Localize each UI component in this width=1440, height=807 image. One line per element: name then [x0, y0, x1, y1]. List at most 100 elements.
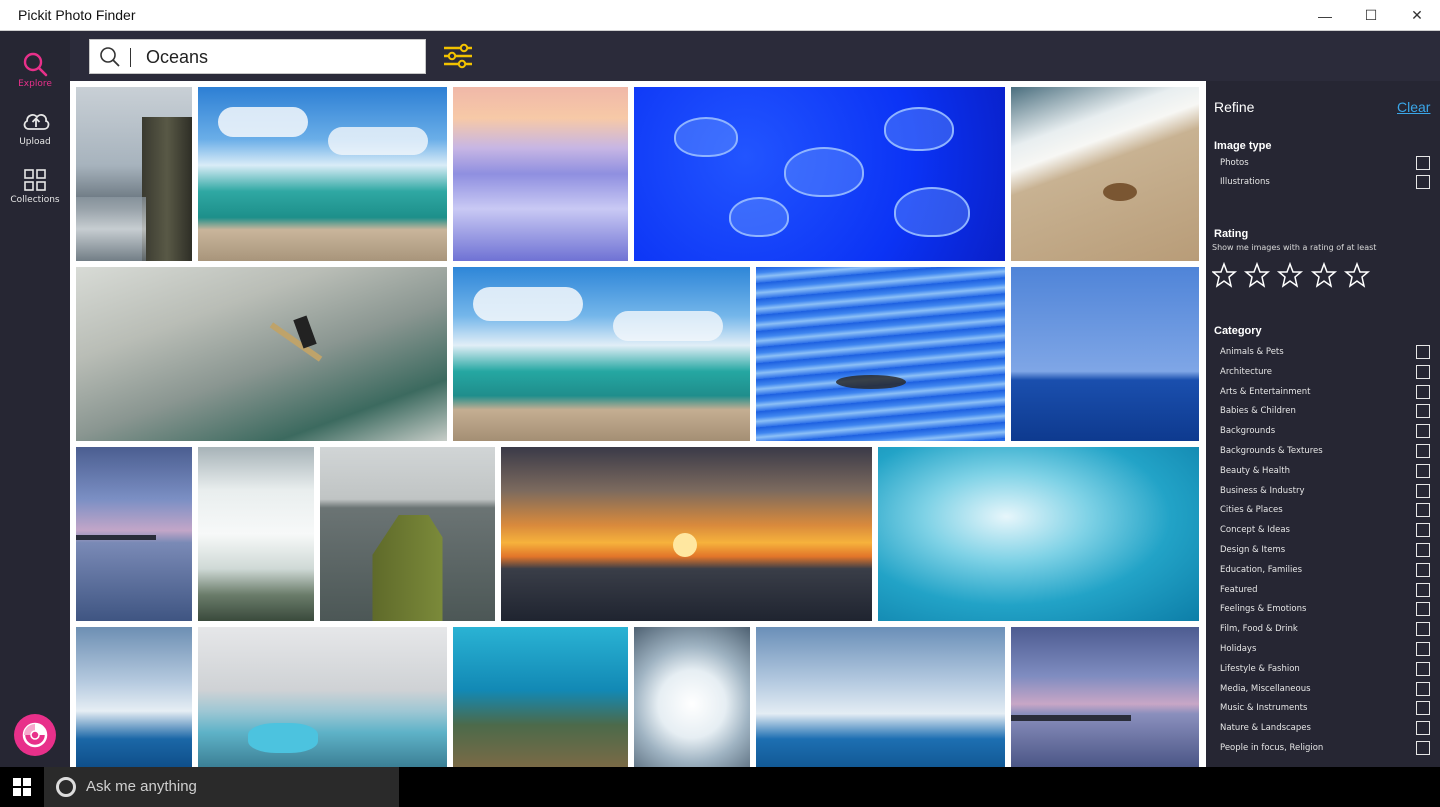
- checkbox[interactable]: [1416, 543, 1430, 557]
- option-label: Architecture: [1220, 366, 1273, 377]
- photo-icebergs[interactable]: [198, 627, 447, 767]
- photo-sunset-birds[interactable]: [501, 447, 872, 621]
- windows-logo-icon: [13, 778, 31, 796]
- category-option[interactable]: Architecture: [1220, 364, 1432, 381]
- checkbox[interactable]: [1416, 642, 1430, 656]
- category-option[interactable]: Animals & Pets: [1220, 345, 1432, 361]
- checkbox[interactable]: [1416, 622, 1430, 637]
- checkbox[interactable]: [1416, 156, 1430, 170]
- checkbox[interactable]: [1416, 701, 1430, 716]
- taskbar: Ask me anything: [0, 767, 1440, 807]
- cortana-search-box[interactable]: Ask me anything: [44, 767, 399, 807]
- cloud-upload-icon: [23, 114, 50, 130]
- checkbox[interactable]: [1416, 582, 1430, 597]
- nav-collections[interactable]: Collections: [0, 157, 70, 213]
- image-type-option[interactable]: Illustrations: [1220, 175, 1432, 191]
- photo-turquoise-wave[interactable]: [878, 447, 1199, 621]
- photo-beach-clouds[interactable]: [453, 267, 750, 441]
- clear-filters-link[interactable]: Clear: [1397, 99, 1430, 115]
- checkbox[interactable]: [1416, 364, 1430, 379]
- checkbox[interactable]: [1416, 562, 1430, 577]
- star-icon[interactable]: [1343, 261, 1371, 288]
- photo-waterfall[interactable]: [198, 447, 314, 621]
- category-option[interactable]: Babies & Children: [1220, 404, 1432, 420]
- cortana-icon: [56, 777, 76, 797]
- option-label: Babies & Children: [1220, 406, 1296, 417]
- photo-surfer[interactable]: [76, 267, 447, 441]
- star-icon[interactable]: [1310, 261, 1338, 288]
- category-option[interactable]: Backgrounds & Textures: [1220, 444, 1432, 460]
- close-button[interactable]: ✕: [1394, 0, 1440, 31]
- category-option[interactable]: Feelings & Emotions: [1220, 602, 1432, 618]
- category-option[interactable]: Cities & Places: [1220, 503, 1432, 519]
- checkbox[interactable]: [1416, 444, 1430, 458]
- photo-seagull-landing[interactable]: [756, 267, 1005, 441]
- photo-offshore-wind[interactable]: [76, 627, 192, 767]
- category-option[interactable]: Education, Families: [1220, 562, 1432, 579]
- photo-beach-blue-sky[interactable]: [198, 87, 447, 261]
- photo-grid: [70, 81, 1206, 767]
- option-label: Backgrounds: [1220, 426, 1276, 437]
- category-option[interactable]: Arts & Entertainment: [1220, 384, 1432, 401]
- category-option[interactable]: Featured: [1220, 582, 1432, 599]
- checkbox[interactable]: [1416, 483, 1430, 498]
- checkbox[interactable]: [1416, 384, 1430, 399]
- photo-sunset-waves[interactable]: [453, 87, 628, 261]
- star-icon[interactable]: [1276, 261, 1304, 288]
- start-button[interactable]: [0, 767, 44, 807]
- photo-pier-dusk[interactable]: [76, 447, 192, 621]
- filter-toggle-button[interactable]: [442, 43, 474, 69]
- photo-deep-blue-horizon[interactable]: [1011, 267, 1199, 441]
- checkbox[interactable]: [1416, 741, 1430, 755]
- photo-wind-farm-wide[interactable]: [756, 627, 1005, 767]
- star-icon[interactable]: [1243, 261, 1271, 288]
- photo-pier-purple[interactable]: [1011, 627, 1199, 767]
- checkbox[interactable]: [1416, 345, 1430, 359]
- checkbox[interactable]: [1416, 503, 1430, 518]
- category-option[interactable]: Concept & Ideas: [1220, 523, 1432, 539]
- category-option[interactable]: Holidays: [1220, 642, 1432, 658]
- maximize-button[interactable]: ☐: [1348, 0, 1394, 31]
- search-value: Oceans: [146, 47, 209, 67]
- checkbox[interactable]: [1416, 404, 1430, 419]
- option-label: Illustrations: [1220, 177, 1270, 187]
- photo-jellyfish[interactable]: [634, 87, 1005, 261]
- category-option[interactable]: Backgrounds: [1220, 424, 1432, 440]
- option-label: Cities & Places: [1220, 505, 1283, 516]
- photo-crab-on-sand[interactable]: [1011, 87, 1199, 261]
- category-option[interactable]: Media, Miscellaneous: [1220, 681, 1432, 698]
- option-label: Media, Miscellaneous: [1220, 683, 1311, 694]
- checkbox[interactable]: [1416, 175, 1430, 189]
- checkbox[interactable]: [1416, 681, 1430, 696]
- star-icon[interactable]: [1210, 261, 1238, 288]
- nav-explore[interactable]: Explore: [0, 41, 70, 97]
- category-heading: Category: [1214, 325, 1262, 337]
- nav-upload[interactable]: Upload: [0, 99, 70, 155]
- checkbox[interactable]: [1416, 463, 1430, 478]
- category-option[interactable]: People in focus, Religion: [1220, 741, 1432, 757]
- category-option[interactable]: Film, Food & Drink: [1220, 622, 1432, 638]
- image-type-heading: Image type: [1214, 140, 1272, 152]
- category-option[interactable]: Music & Instruments: [1220, 701, 1432, 717]
- minimize-button[interactable]: —: [1302, 0, 1348, 31]
- checkbox[interactable]: [1416, 523, 1430, 538]
- category-option[interactable]: Lifestyle & Fashion: [1220, 661, 1432, 678]
- photo-sea-cliff[interactable]: [76, 87, 192, 261]
- search-input[interactable]: Oceans: [89, 39, 426, 74]
- checkbox[interactable]: [1416, 424, 1430, 439]
- pickit-logo-button[interactable]: [14, 714, 56, 756]
- photo-wave-splash[interactable]: [634, 627, 750, 767]
- checkbox[interactable]: [1416, 721, 1430, 736]
- photo-stone-jetty[interactable]: [320, 447, 495, 621]
- checkbox[interactable]: [1416, 661, 1430, 676]
- option-label: Backgrounds & Textures: [1220, 446, 1323, 456]
- option-label: Design & Items: [1220, 545, 1286, 555]
- window-title: Pickit Photo Finder: [18, 7, 136, 23]
- category-option[interactable]: Beauty & Health: [1220, 463, 1432, 480]
- category-option[interactable]: Business & Industry: [1220, 483, 1432, 500]
- checkbox[interactable]: [1416, 602, 1430, 617]
- photo-reef-underwater[interactable]: [453, 627, 628, 767]
- category-option[interactable]: Design & Items: [1220, 543, 1432, 559]
- image-type-option[interactable]: Photos: [1220, 156, 1432, 172]
- category-option[interactable]: Nature & Landscapes: [1220, 721, 1432, 737]
